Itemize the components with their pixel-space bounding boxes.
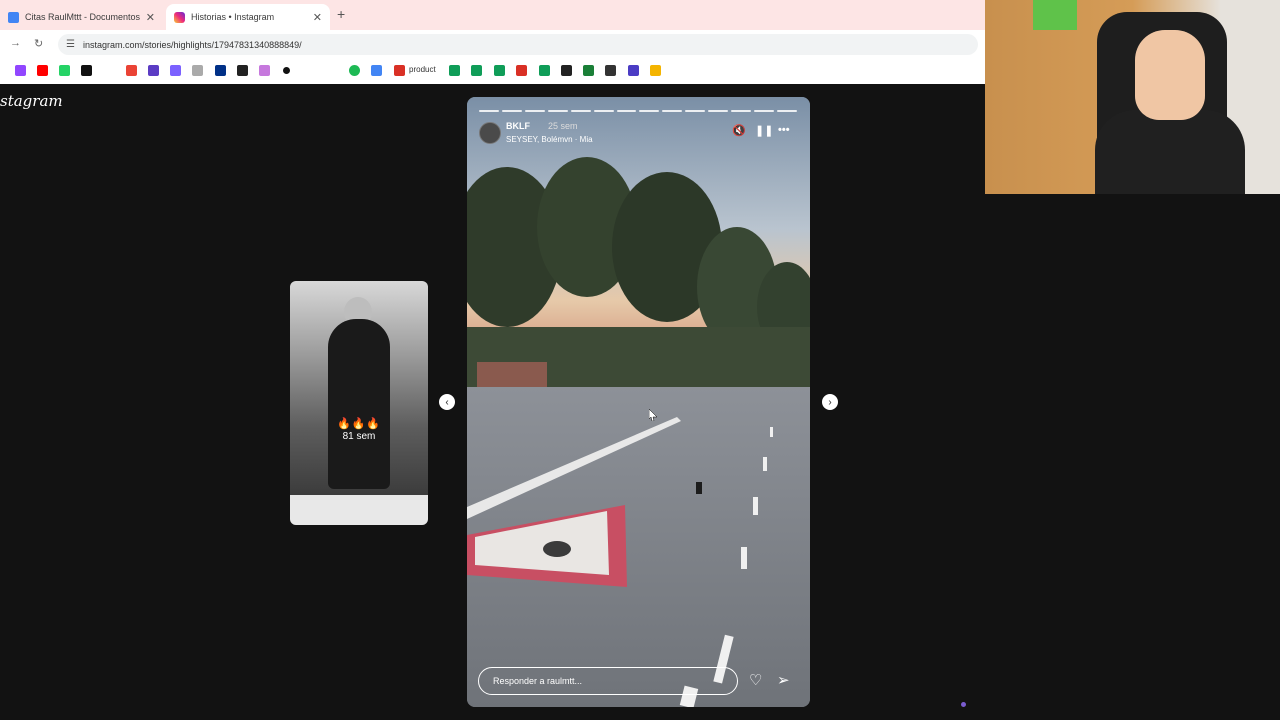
story-music[interactable]: SEYSEY, Bolémvn · Mia: [506, 135, 593, 144]
road-markings: [467, 417, 773, 707]
bookmark-icon[interactable]: [605, 65, 616, 76]
story-time: 25 sem: [548, 121, 578, 131]
whatsapp-icon[interactable]: [59, 65, 70, 76]
instagram-logo[interactable]: stagram: [0, 92, 63, 110]
previous-story-preview[interactable]: 🔥🔥🔥 81 sem: [290, 281, 428, 525]
close-tab-icon[interactable]: ✕: [313, 11, 322, 24]
mute-icon[interactable]: 🔇: [732, 124, 746, 137]
url-text: instagram.com/stories/highlights/1794783…: [82, 39, 302, 50]
webcam-person-body: [1095, 110, 1245, 194]
bookmarks-bar: product: [0, 58, 985, 84]
play-icon[interactable]: [371, 65, 382, 76]
bookmark-icon[interactable]: [583, 65, 594, 76]
address-bar: → ↻ ☰ instagram.com/stories/highlights/1…: [0, 30, 985, 58]
gmail-icon[interactable]: [126, 65, 137, 76]
url-field[interactable]: ☰ instagram.com/stories/highlights/17947…: [58, 34, 978, 55]
side-story-figure: [328, 319, 390, 489]
spotify-icon[interactable]: [349, 65, 360, 76]
side-story-floor: [290, 495, 428, 525]
sheets-icon[interactable]: [449, 65, 460, 76]
webcam-object: [1033, 0, 1077, 30]
site-info-icon[interactable]: ☰: [66, 39, 75, 50]
story-username[interactable]: BKLF: [506, 121, 530, 131]
story-trees: [467, 157, 810, 387]
paypal-icon[interactable]: [215, 65, 226, 76]
bookmark-icon[interactable]: [283, 67, 290, 74]
bookmark-icon[interactable]: [394, 65, 405, 76]
status-dot: [961, 702, 966, 707]
webcam-overlay: [985, 0, 1280, 194]
sheets-icon[interactable]: [471, 65, 482, 76]
side-story-age: 81 sem: [342, 431, 376, 442]
story-viewer[interactable]: BKLF 25 sem SEYSEY, Bolémvn · Mia 🔇 ❚❚ •…: [467, 97, 810, 707]
tab-bar: Citas RaulMttt - Documentos d ✕ Historia…: [0, 0, 985, 30]
youtube-icon[interactable]: [37, 65, 48, 76]
chevron-left-icon[interactable]: ‹: [439, 394, 455, 410]
webcam-person-face: [1135, 30, 1205, 120]
bookmark-icon[interactable]: [192, 65, 203, 76]
tab-docs[interactable]: Citas RaulMttt - Documentos d ✕: [0, 4, 163, 30]
tab-title: Historias • Instagram: [191, 12, 275, 22]
chatgpt-icon[interactable]: [237, 65, 248, 76]
sheets-icon[interactable]: [539, 65, 550, 76]
chevron-right-icon[interactable]: ›: [822, 394, 838, 410]
reload-icon[interactable]: ↻: [34, 37, 43, 50]
bookmark-icon[interactable]: [259, 65, 270, 76]
reply-input[interactable]: Responder a raulmtt...: [478, 667, 738, 695]
close-tab-icon[interactable]: ✕: [146, 11, 155, 24]
pause-icon[interactable]: ❚❚: [755, 124, 773, 137]
docs-icon: [8, 11, 19, 23]
story-progress: [479, 110, 797, 112]
heart-icon[interactable]: ♡: [749, 671, 762, 689]
sheets-icon[interactable]: [494, 65, 505, 76]
tab-title: Citas RaulMttt - Documentos d: [25, 12, 142, 22]
bookmark-label[interactable]: product: [409, 65, 436, 74]
tab-instagram[interactable]: Historias • Instagram ✕: [166, 4, 330, 30]
instagram-icon: [174, 11, 185, 23]
new-tab-button[interactable]: +: [337, 6, 345, 22]
bookmark-icon[interactable]: [650, 65, 661, 76]
bookmark-icon[interactable]: [628, 65, 639, 76]
mouse-cursor-icon: [649, 409, 657, 421]
avatar[interactable]: [479, 122, 501, 144]
bookmark-icon[interactable]: [516, 65, 527, 76]
twitch-icon[interactable]: [15, 65, 26, 76]
bookmark-icon[interactable]: [148, 65, 159, 76]
forward-icon[interactable]: →: [10, 37, 21, 49]
send-icon[interactable]: ➢: [777, 671, 790, 689]
tiktok-icon[interactable]: [81, 65, 92, 76]
side-story-emoji: 🔥🔥🔥: [336, 418, 382, 430]
more-icon[interactable]: •••: [778, 124, 790, 136]
bookmark-icon[interactable]: [561, 65, 572, 76]
bookmark-icon[interactable]: [170, 65, 181, 76]
